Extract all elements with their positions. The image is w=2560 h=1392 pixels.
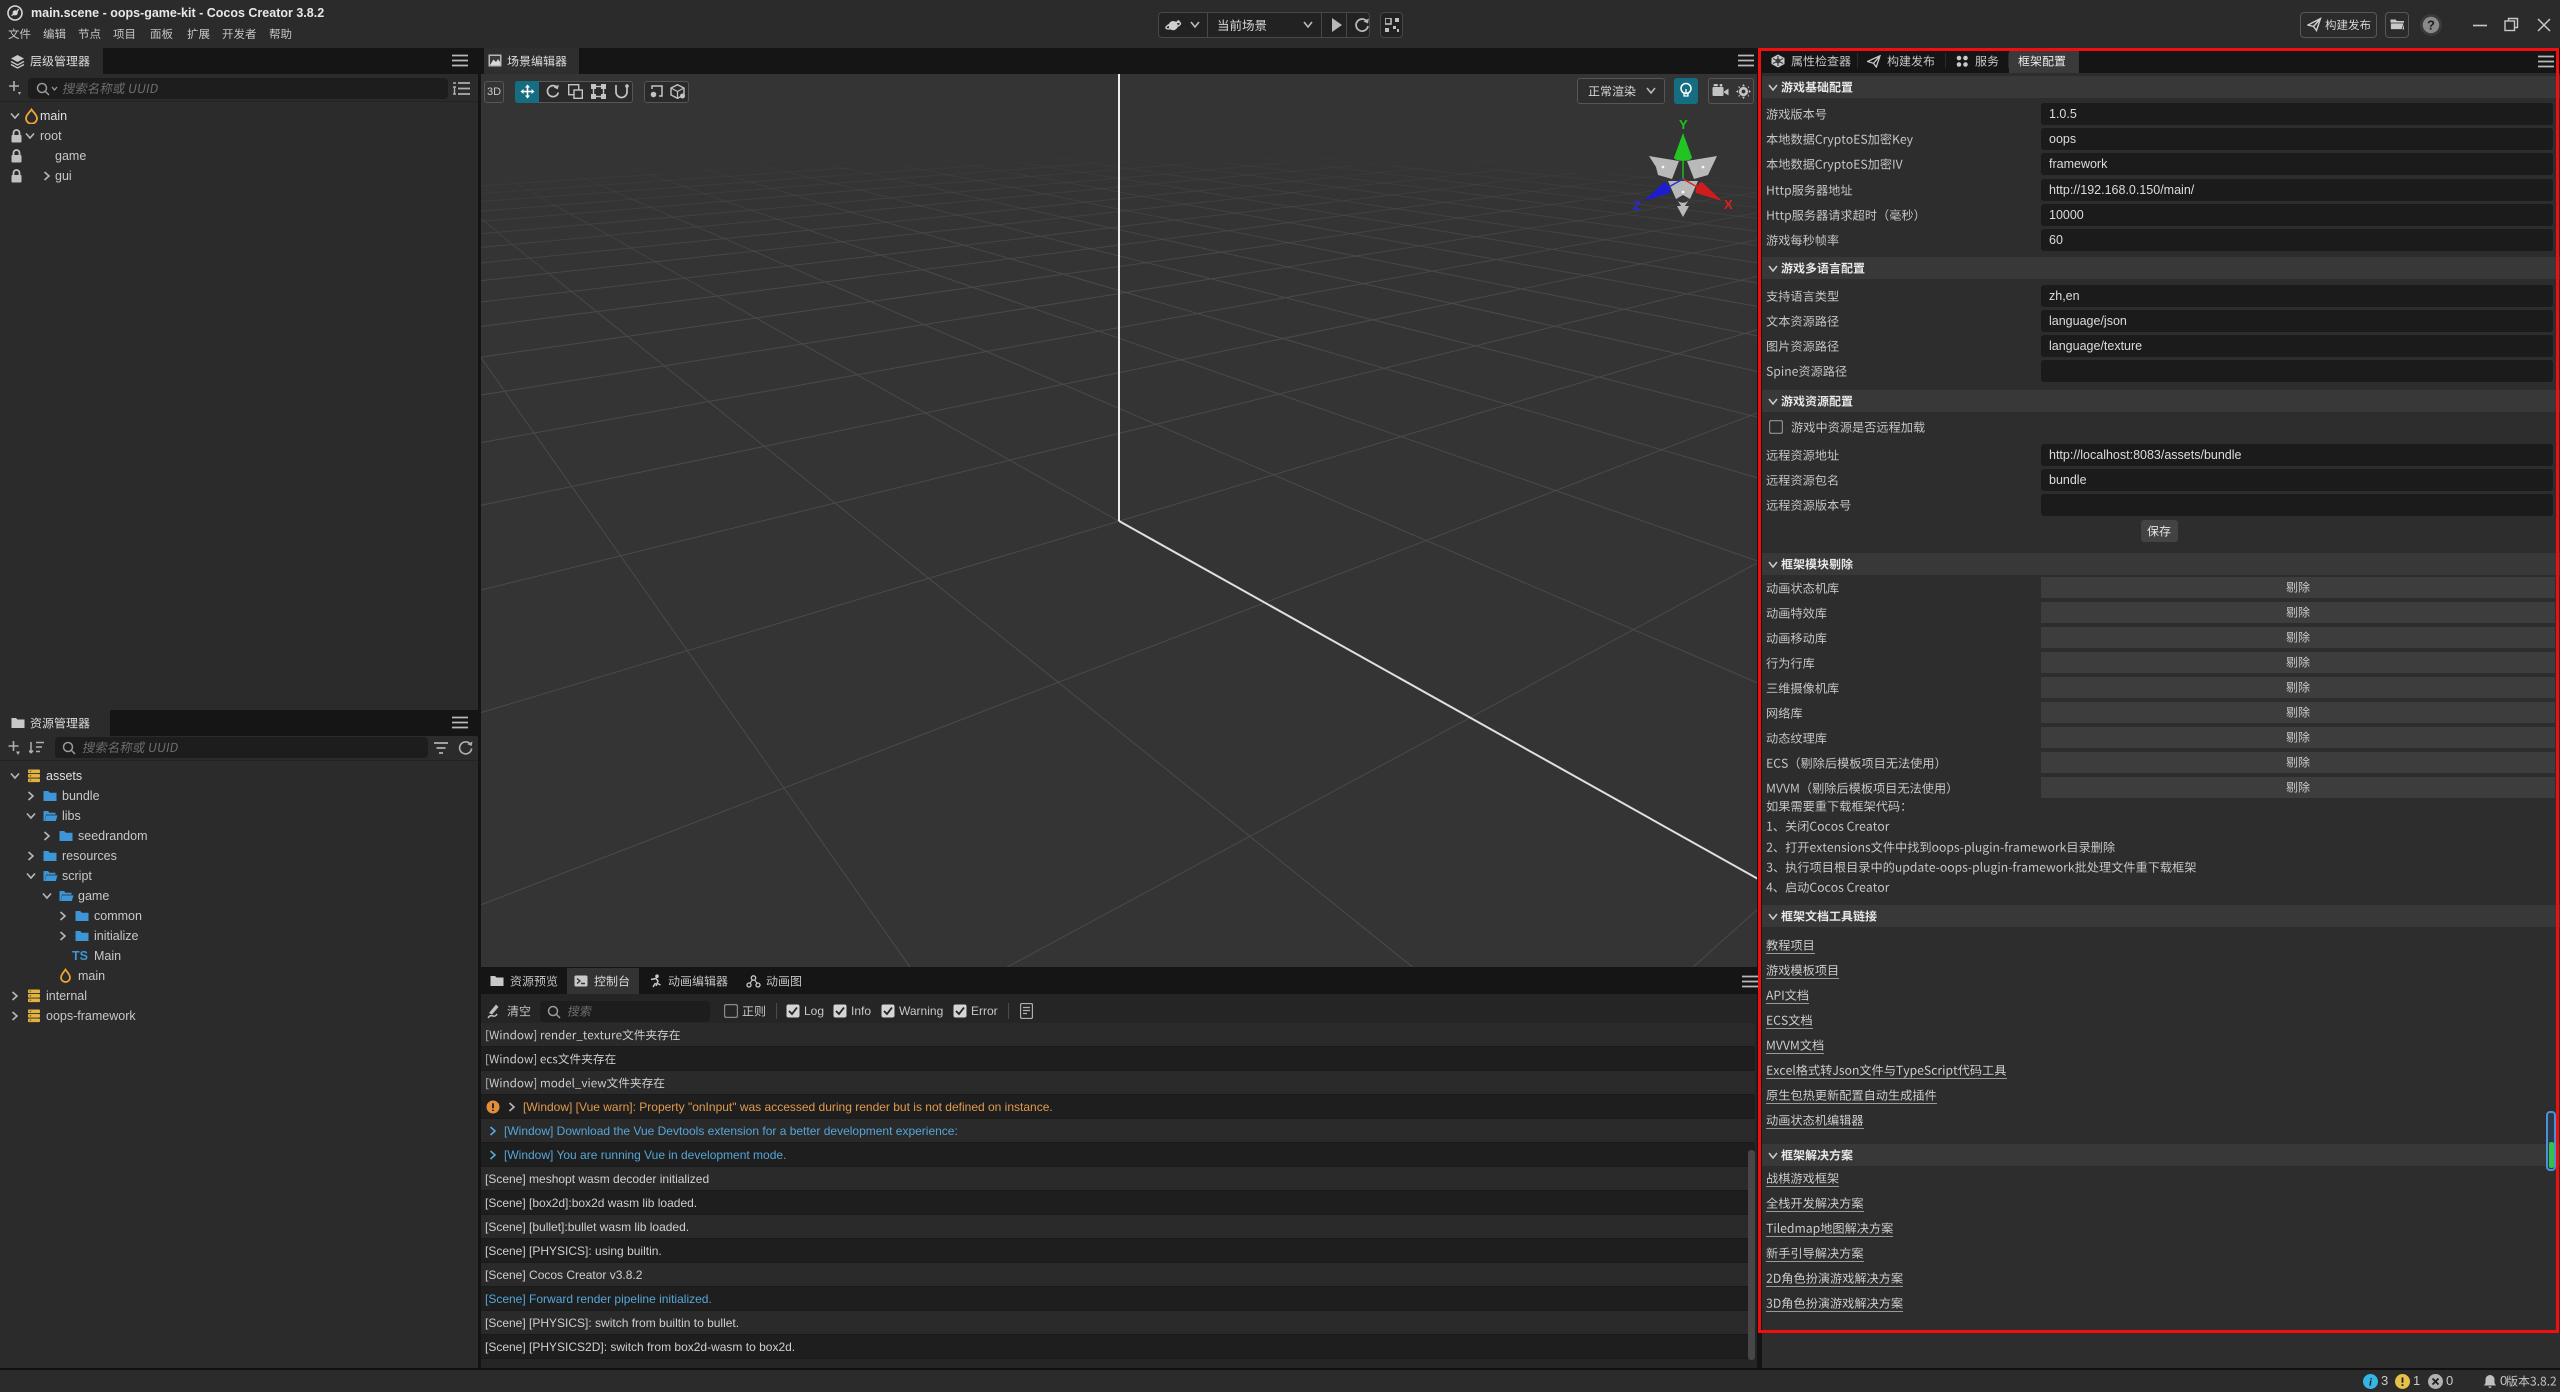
svg-text:?: ? <box>2427 18 2435 33</box>
